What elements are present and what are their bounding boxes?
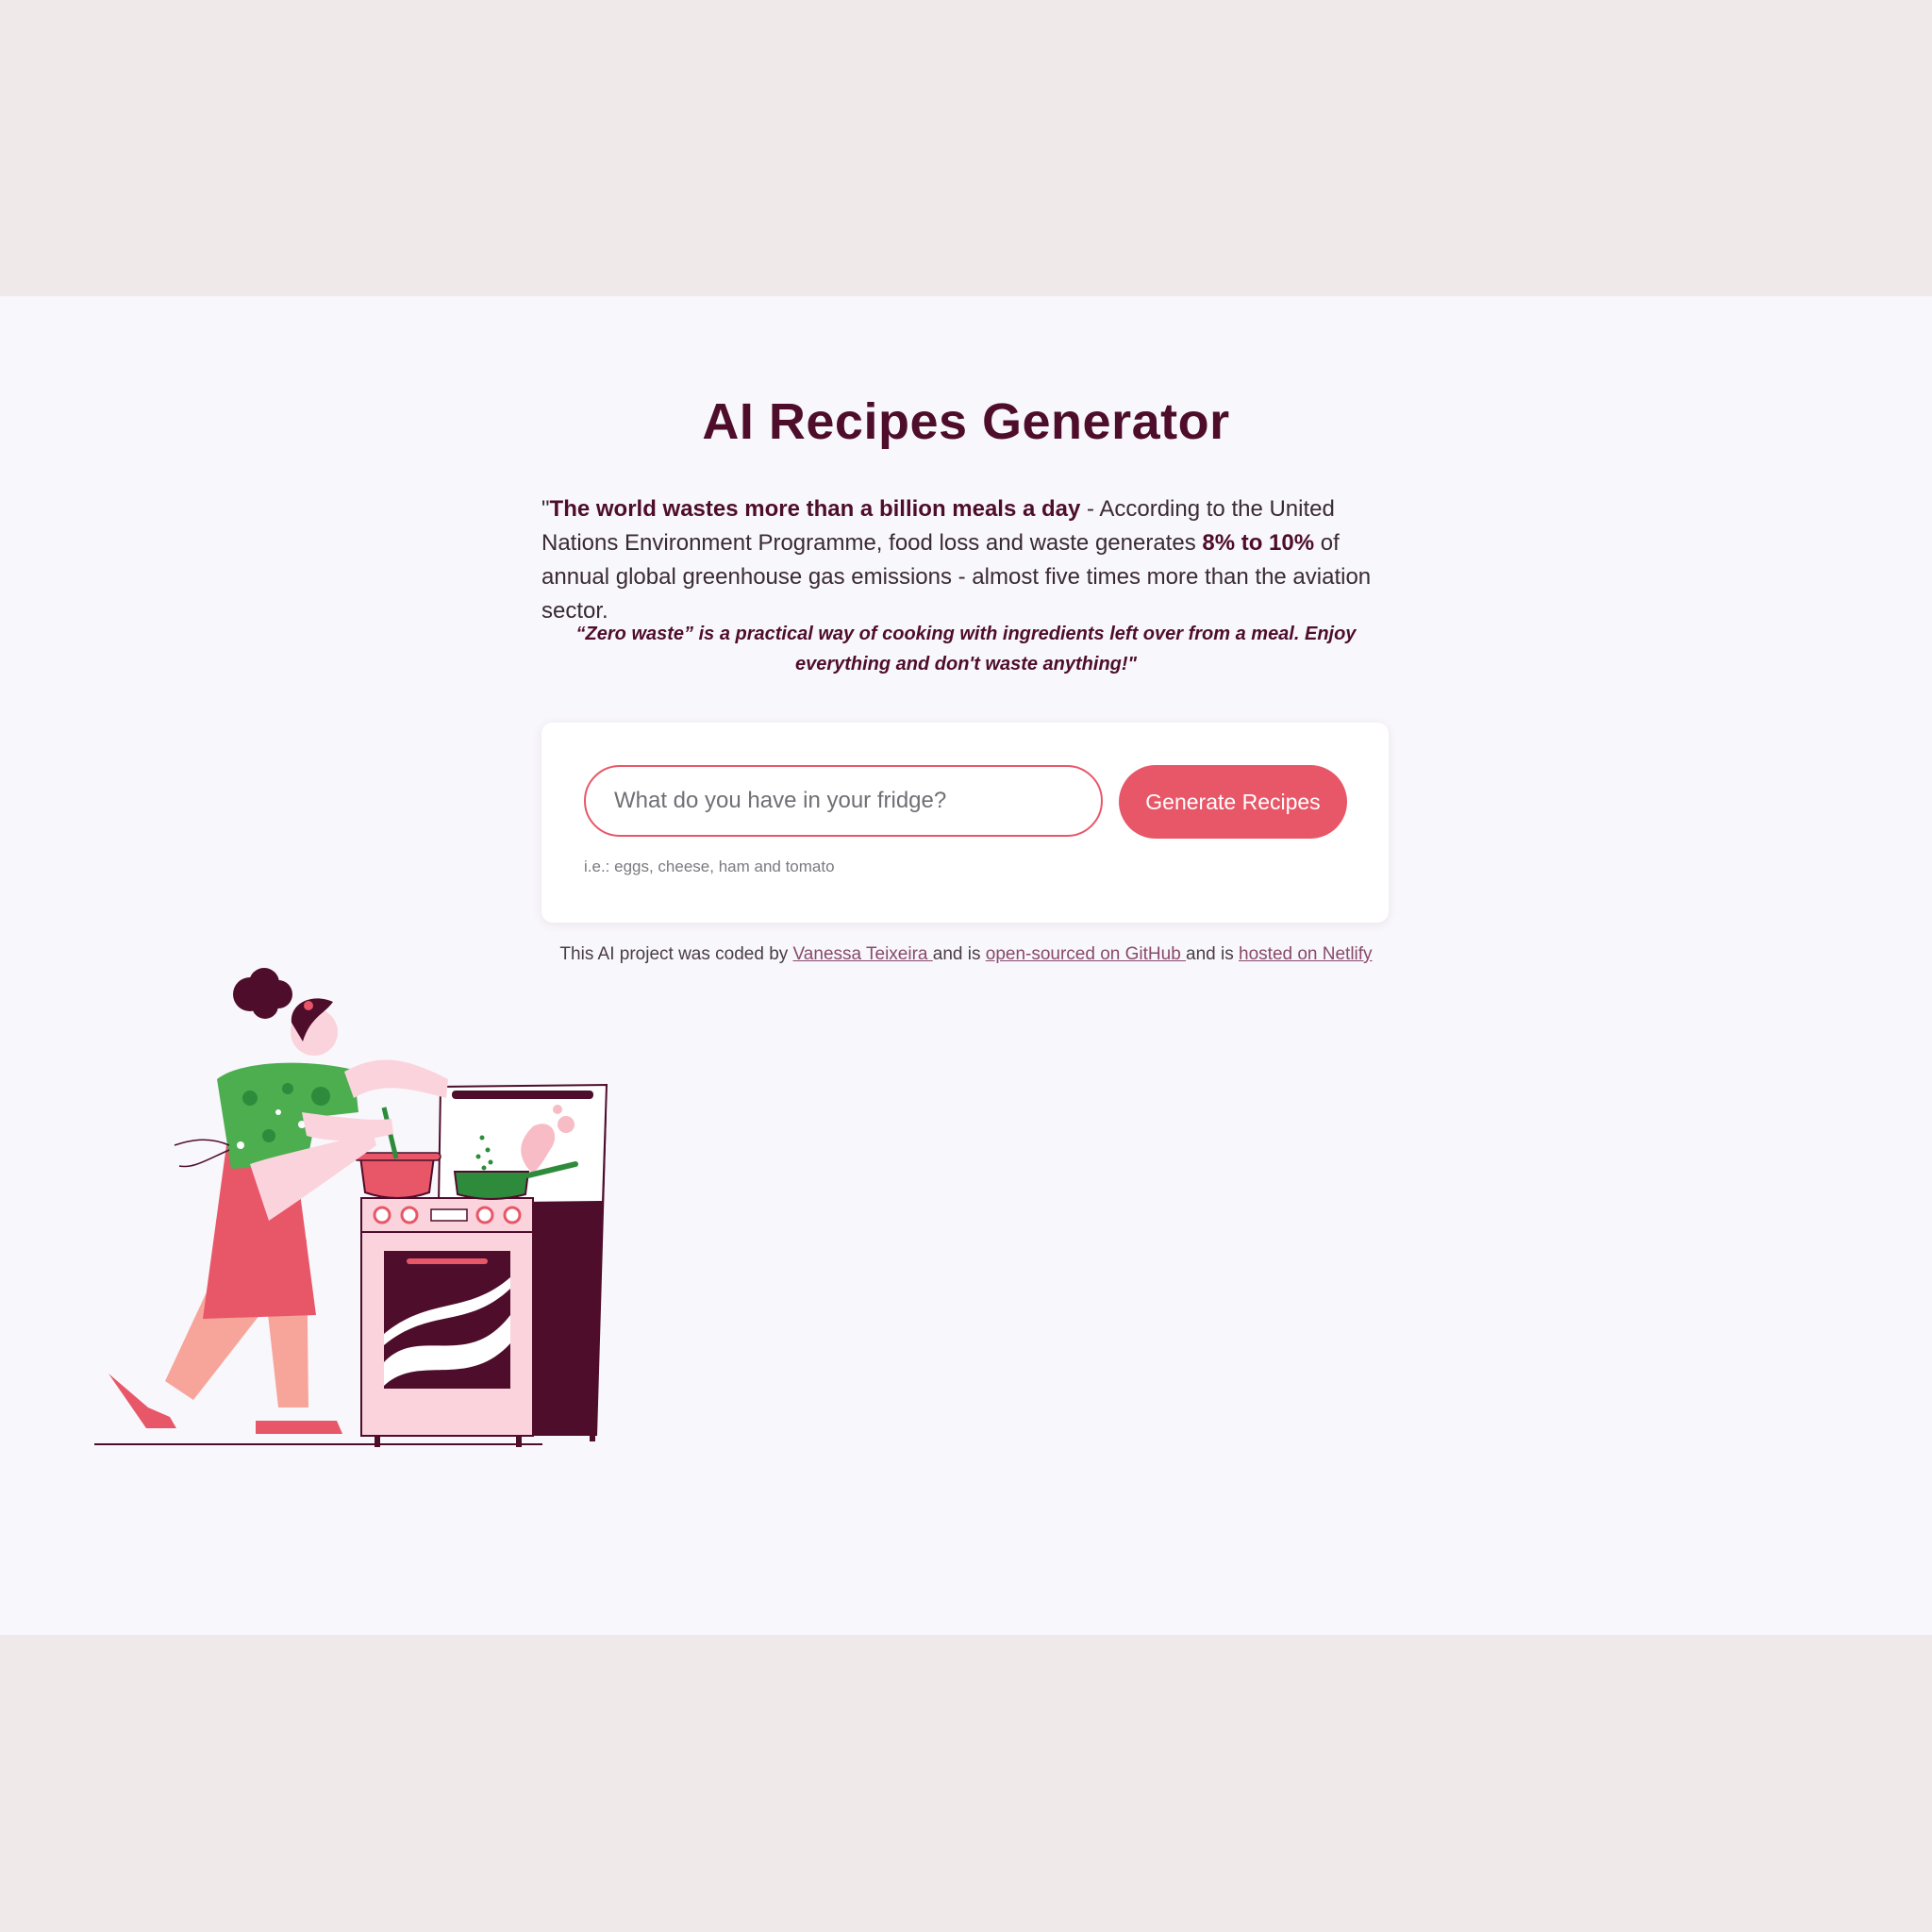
intro-bold-lead: The world wastes more than a billion mea…	[549, 496, 1081, 522]
github-link[interactable]: open-sourced on GitHub	[986, 944, 1186, 964]
intro-bold-stat: 8% to 10%	[1202, 530, 1315, 556]
footer-text-2: and is	[932, 944, 986, 964]
input-hint: i.e.: eggs, cheese, ham and tomato	[584, 858, 835, 875]
footer-text-3: and is	[1186, 944, 1240, 964]
zero-waste-quote: “Zero waste” is a practical way of cooki…	[575, 624, 1357, 675]
page-viewport: AI Recipes Generator "The world wastes m…	[0, 296, 1932, 1635]
page-title: AI Recipes Generator	[702, 393, 1230, 450]
recipe-form-card: Generate Recipes i.e.: eggs, cheese, ham…	[541, 723, 1389, 923]
author-link[interactable]: Vanessa Teixeira	[793, 944, 933, 964]
netlify-link[interactable]: hosted on Netlify	[1239, 944, 1373, 964]
intro-open-quote: "	[541, 496, 550, 522]
cooking-woman-illustration	[94, 968, 608, 1447]
fridge-ingredients-input[interactable]	[584, 765, 1103, 837]
generate-recipes-button[interactable]: Generate Recipes	[1119, 765, 1347, 839]
intro-paragraph: "The world wastes more than a billion me…	[541, 492, 1391, 628]
